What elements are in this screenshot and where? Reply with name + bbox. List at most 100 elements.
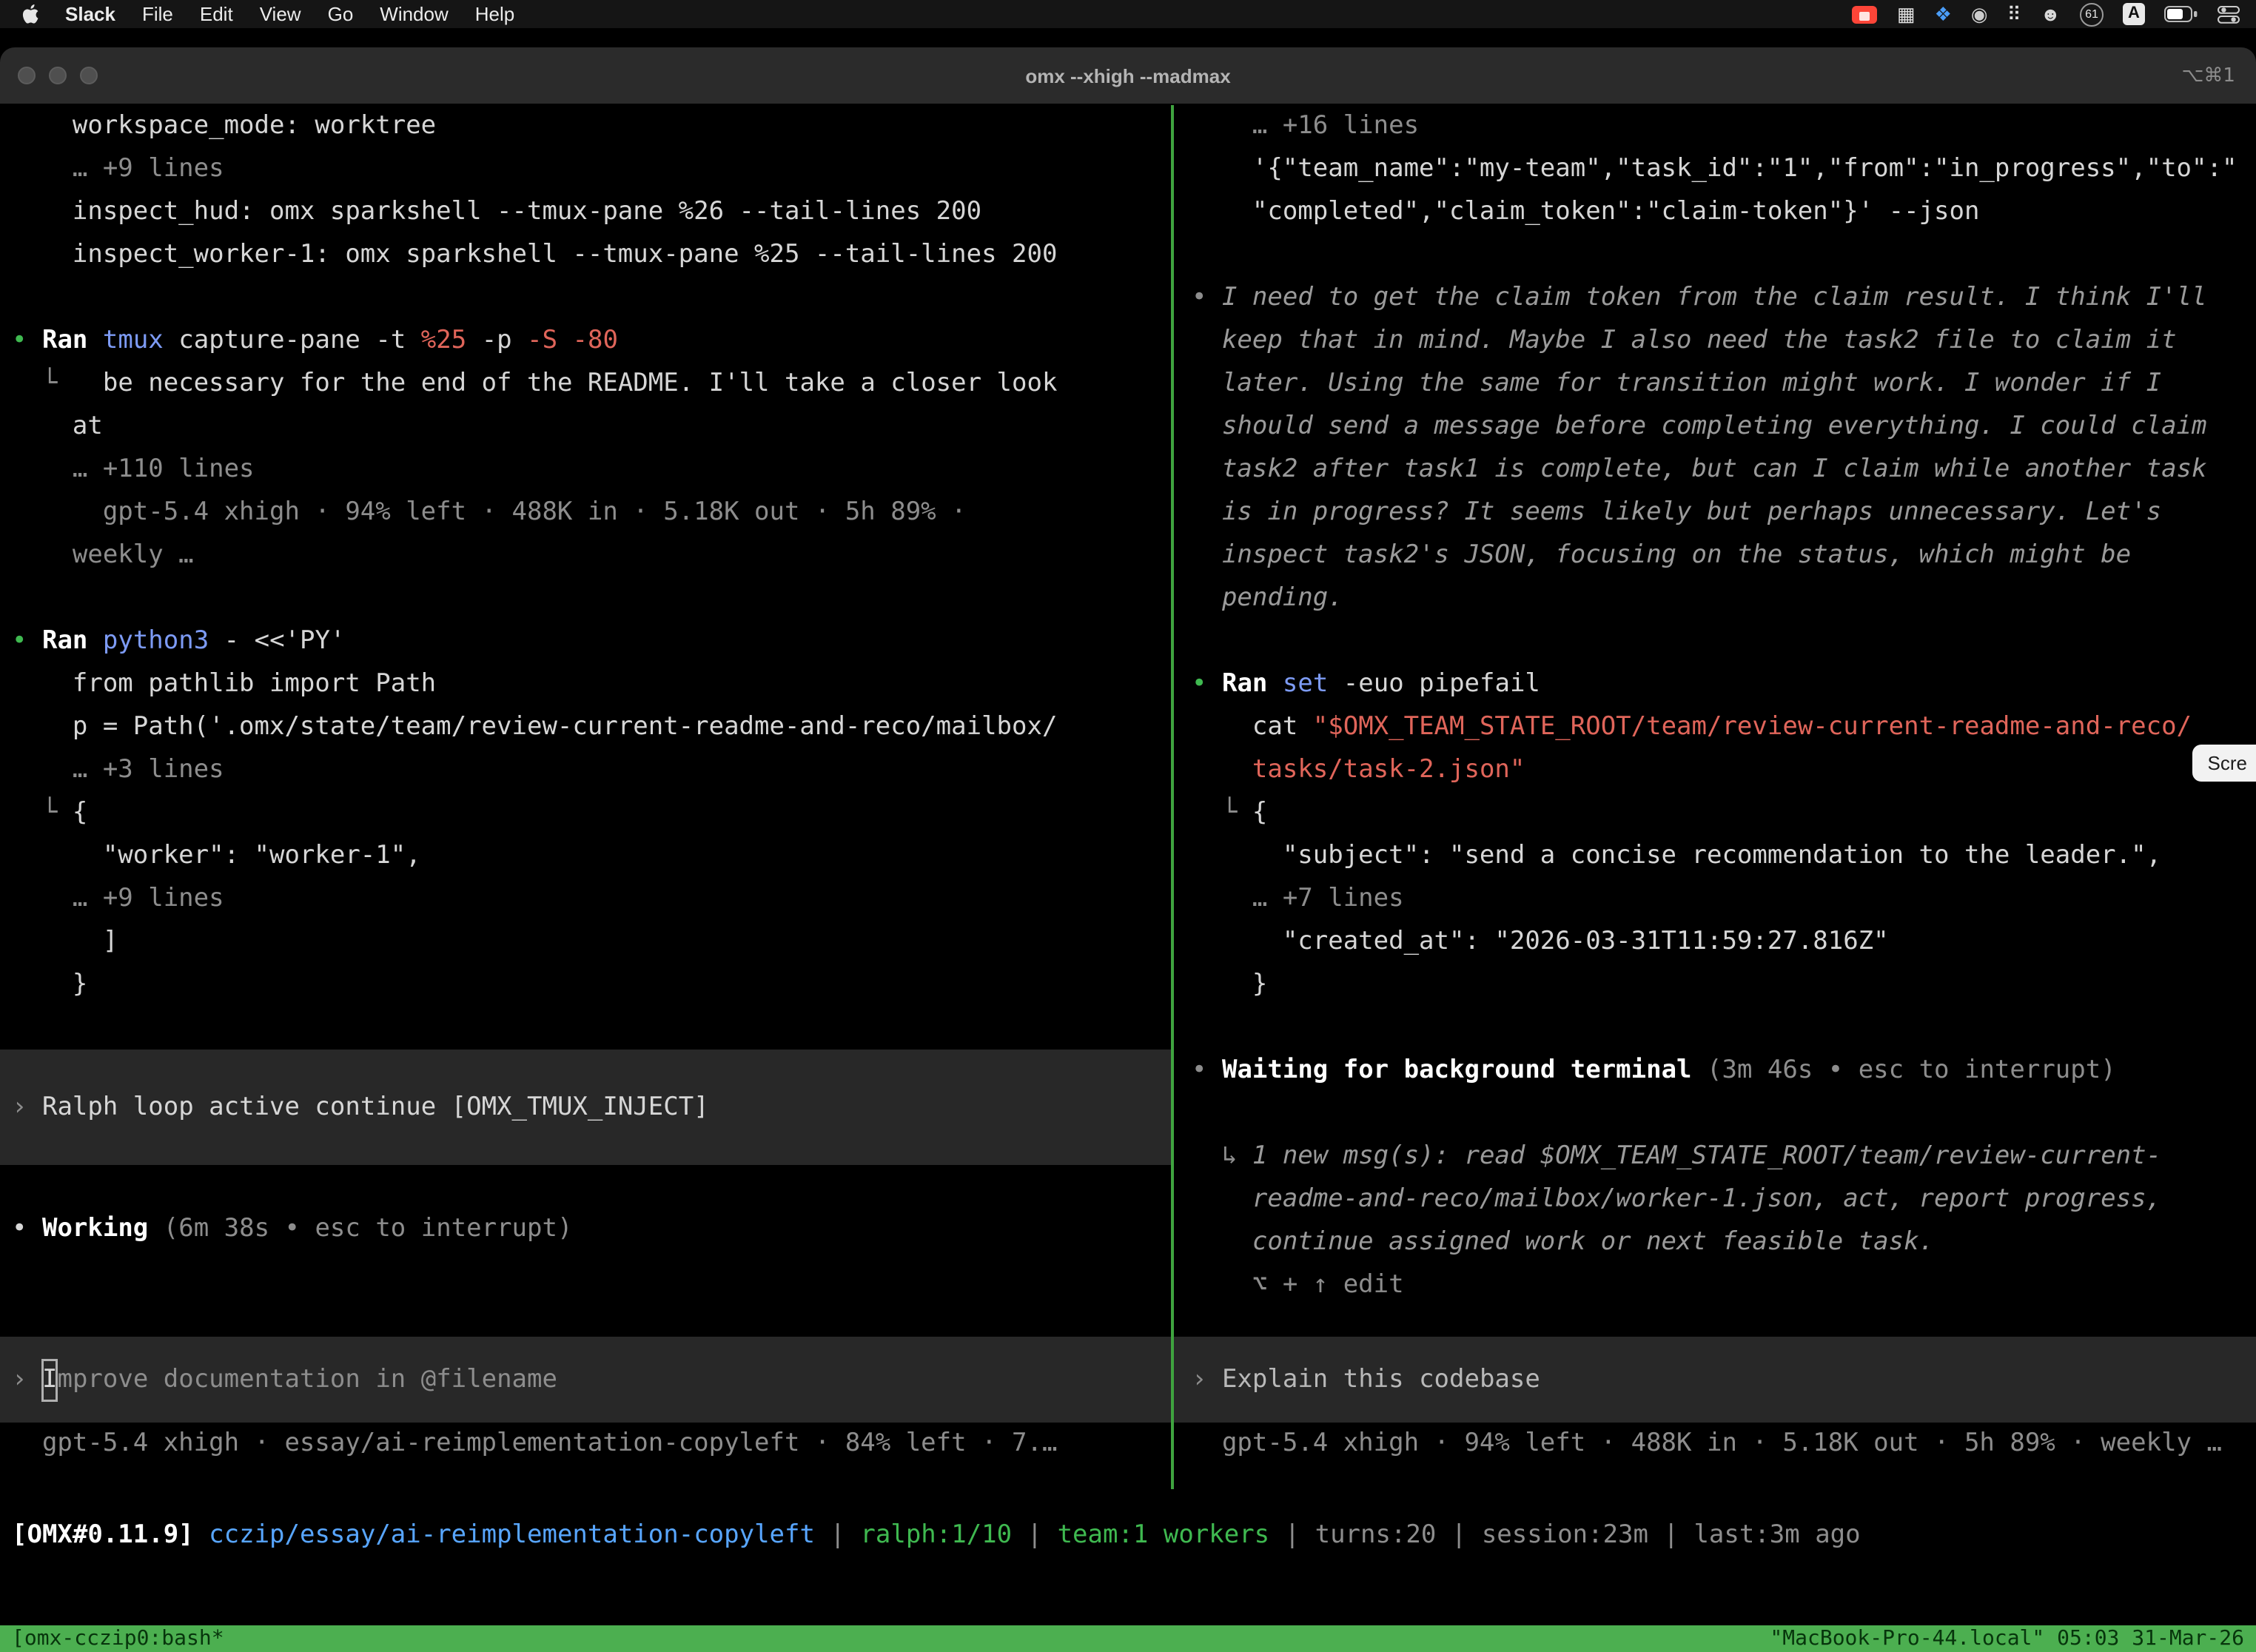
text-segment: └ bbox=[12, 369, 73, 398]
blue-app-icon[interactable]: ❖ bbox=[1935, 0, 1952, 28]
terminal-line: inspect task2's JSON, focusing on the st… bbox=[1174, 534, 2256, 577]
terminal-line: p = Path('.omx/state/team/review-current… bbox=[0, 706, 1171, 749]
text-segment: … +7 lines bbox=[1192, 884, 1404, 913]
left-pane-statusline: gpt-5.4 xhigh · essay/ai-reimplementatio… bbox=[0, 1423, 1171, 1465]
mailbox-notice: ↳ 1 new msg(s): read $OMX_TEAM_STATE_ROO… bbox=[1174, 1135, 2256, 1178]
text-cursor: I bbox=[42, 1358, 58, 1401]
ralph-loop-banner[interactable]: › Ralph loop active continue [OMX_TMUX_I… bbox=[0, 1050, 1171, 1165]
text-segment: capture-pane -t bbox=[178, 326, 421, 355]
tmux-host-clock-label: "MacBook-Pro-44.local" 05:03 31-Mar-26 bbox=[1770, 1627, 2244, 1651]
minimize-button[interactable] bbox=[49, 67, 67, 84]
text-segment: "subject": "send a concise recommendatio… bbox=[1192, 841, 2161, 870]
battery-percent-badge[interactable]: 61 bbox=[2080, 2, 2104, 26]
terminal-line: └ { bbox=[1174, 792, 2256, 835]
text-segment: "worker": "worker-1", bbox=[12, 841, 421, 870]
menu-window[interactable]: Window bbox=[366, 3, 462, 25]
terminal-left-pane[interactable]: workspace_mode: worktree … +9 lines insp… bbox=[0, 105, 1171, 1489]
blank-line bbox=[0, 277, 1171, 320]
right-pane-statusline: gpt-5.4 xhigh · 94% left · 488K in · 5.1… bbox=[1174, 1423, 2256, 1465]
screenshot-notification-text: Scre bbox=[2208, 752, 2247, 774]
terminal-empty-space bbox=[0, 1578, 2256, 1625]
text-segment bbox=[194, 1520, 209, 1550]
terminal-line: should send a message before completing … bbox=[1174, 406, 2256, 449]
thinking-text: • I need to get the claim token from the… bbox=[1174, 277, 2256, 320]
screen-recording-icon[interactable] bbox=[1853, 5, 1878, 23]
omx-session-statusline: [OMX#0.11.9] cczip/essay/ai-reimplementa… bbox=[0, 1489, 2256, 1578]
text-segment: (3m 46s • esc to interrupt) bbox=[1707, 1055, 2116, 1085]
terminal-line: … +110 lines bbox=[0, 449, 1171, 491]
text-segment: Explain this codebase bbox=[1222, 1358, 1540, 1401]
menu-edit[interactable]: Edit bbox=[187, 3, 246, 25]
command-ran-tmux: • Ran tmux capture-pane -t %25 -p -S -80 bbox=[0, 320, 1171, 363]
screenshot-notification[interactable]: Scre bbox=[2193, 745, 2256, 782]
terminal-line: ⌥ + ↑ edit bbox=[1174, 1264, 2256, 1307]
text-segment: cczip/essay/ai-reimplementation-copyleft bbox=[209, 1520, 815, 1550]
menu-help[interactable]: Help bbox=[462, 3, 528, 25]
terminal-right-pane[interactable]: … +16 lines '{"team_name":"my-team","tas… bbox=[1174, 105, 2256, 1489]
terminal-line: … +9 lines bbox=[0, 878, 1171, 921]
prompt-input-right[interactable]: › Explain this codebase bbox=[1174, 1337, 2256, 1423]
text-segment: readme-and-reco/mailbox/worker-1.json, a… bbox=[1192, 1184, 2161, 1214]
text-segment: | bbox=[1269, 1520, 1315, 1550]
terminal-line: "completed","claim_token":"claim-token"}… bbox=[1174, 191, 2256, 234]
text-segment: be necessary for the end of the README. … bbox=[73, 369, 1058, 398]
terminal-line: } bbox=[0, 964, 1171, 1007]
menu-view[interactable]: View bbox=[246, 3, 315, 25]
text-segment: └ bbox=[12, 798, 73, 827]
terminal-line: } bbox=[1174, 964, 2256, 1007]
text-segment: (6m 38s • esc to interrupt) bbox=[164, 1214, 573, 1243]
terminal-window: omx --xhigh --madmax ⌥⌘1 workspace_mode:… bbox=[0, 47, 2256, 1652]
blank-line bbox=[1174, 1007, 2256, 1050]
terminal-line: └ { bbox=[0, 792, 1171, 835]
title-bar[interactable]: omx --xhigh --madmax ⌥⌘1 bbox=[0, 47, 2256, 105]
blank-line bbox=[1174, 234, 2256, 277]
terminal-line: └ be necessary for the end of the README… bbox=[0, 363, 1171, 406]
text-segment: … +3 lines bbox=[12, 755, 224, 785]
profile-icon[interactable]: ☻ bbox=[2041, 0, 2061, 28]
menu-go[interactable]: Go bbox=[315, 3, 367, 25]
text-segment: task2 after task1 is complete, but can I… bbox=[1192, 454, 2207, 484]
control-center-icon[interactable] bbox=[2218, 0, 2241, 28]
text-segment: python3 bbox=[103, 626, 224, 656]
text-segment: '{"team_name":"my-team","task_id":"1","f… bbox=[1192, 154, 2237, 184]
prompt-input-left[interactable]: › Improve documentation in @filename bbox=[0, 1337, 1171, 1423]
blank-line bbox=[1174, 1092, 2256, 1135]
menu-slack[interactable]: Slack bbox=[52, 3, 129, 25]
text-segment: tasks/task-2.json" bbox=[1252, 755, 1525, 785]
close-button[interactable] bbox=[18, 67, 36, 84]
text-segment: { bbox=[1252, 798, 1268, 827]
window-shortcut-badge: ⌥⌘1 bbox=[2181, 64, 2235, 87]
text-segment: { bbox=[73, 798, 88, 827]
status-icons: ▦ ❖ ◉ ⠿ ☻ 61 A bbox=[1853, 0, 2241, 28]
blank-line bbox=[0, 1251, 1171, 1294]
text-segment: ⌥ + ↑ edit bbox=[1192, 1270, 1404, 1300]
text-segment: continue assigned work or next feasible … bbox=[1192, 1227, 1934, 1257]
dark-app-icon[interactable]: ◉ bbox=[1971, 0, 1988, 28]
text-segment: | bbox=[1436, 1520, 1481, 1550]
text-segment: set bbox=[1283, 669, 1343, 699]
text-segment: › bbox=[12, 1086, 42, 1129]
text-segment: | bbox=[1012, 1520, 1057, 1550]
terminal-line: pending. bbox=[1174, 577, 2256, 620]
apple-logo-icon[interactable] bbox=[21, 3, 40, 25]
menu-file[interactable]: File bbox=[129, 3, 187, 25]
menu-items-container: SlackFileEditViewGoWindowHelp bbox=[52, 3, 528, 25]
blank-line bbox=[1174, 1307, 2256, 1337]
terminal-line: later. Using the same for transition mig… bbox=[1174, 363, 2256, 406]
text-segment: should send a message before completing … bbox=[1192, 412, 2207, 441]
app-launcher-grid-icon[interactable]: ⠿ bbox=[2007, 0, 2021, 28]
waiting-status: • Waiting for background terminal (3m 46… bbox=[1174, 1050, 2256, 1092]
blank-line bbox=[0, 577, 1171, 620]
terminal-line: is in progress? It seems likely but perh… bbox=[1174, 491, 2256, 534]
terminal-line: … +3 lines bbox=[0, 749, 1171, 792]
battery-icon[interactable] bbox=[2164, 0, 2198, 28]
text-segment: %25 bbox=[421, 326, 466, 355]
terminal-line: inspect_hud: omx sparkshell --tmux-pane … bbox=[0, 191, 1171, 234]
text-segment: • bbox=[1192, 669, 1222, 699]
keyboard-grid-icon[interactable]: ▦ bbox=[1897, 0, 1916, 28]
zoom-button[interactable] bbox=[80, 67, 98, 84]
terminal-line: keep that in mind. Maybe I also need the… bbox=[1174, 320, 2256, 363]
text-segment: | bbox=[815, 1520, 860, 1550]
text-segment: later. Using the same for transition mig… bbox=[1192, 369, 2161, 398]
input-source-icon[interactable]: A bbox=[2123, 3, 2145, 25]
